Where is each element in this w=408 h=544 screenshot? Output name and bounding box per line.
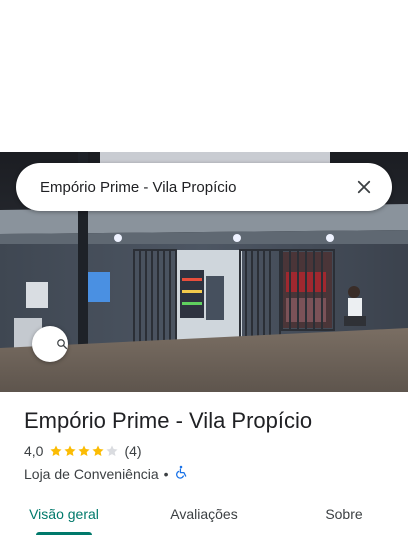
star-icon <box>92 445 105 456</box>
tab-reviews[interactable]: Avaliações <box>128 496 280 536</box>
tab-overview[interactable]: Visão geral <box>0 496 128 536</box>
place-category: Loja de Conveniência <box>24 465 159 482</box>
active-tab-indicator <box>36 532 92 535</box>
place-info: Empório Prime - Vila Propício 4,0 (4) Lo… <box>24 406 392 482</box>
tab-reviews-label: Avaliações <box>170 506 238 522</box>
close-icon[interactable] <box>346 169 382 205</box>
search-icon[interactable] <box>32 326 68 362</box>
search-bar[interactable]: Empório Prime - Vila Propício <box>16 163 392 362</box>
rating-value: 4,0 <box>24 443 44 459</box>
tab-about-label: Sobre <box>325 506 363 522</box>
rating-row[interactable]: 4,0 (4) <box>24 443 392 459</box>
place-title: Empório Prime - Vila Propício <box>24 408 313 433</box>
category-row: Loja de Conveniência • <box>24 465 392 482</box>
tab-overview-label: Visão geral <box>29 506 99 522</box>
separator-dot: • <box>163 465 169 482</box>
star-icon <box>50 445 63 456</box>
star-icon <box>106 445 119 456</box>
review-count[interactable]: (4) <box>124 443 141 459</box>
tab-about[interactable]: Sobre <box>280 496 408 536</box>
star-icon <box>64 445 77 456</box>
rating-stars <box>49 444 119 458</box>
wheelchair-icon <box>174 465 188 482</box>
star-icon <box>78 445 91 456</box>
search-input[interactable]: Empório Prime - Vila Propício <box>40 179 346 196</box>
place-tabs: Visão geral Avaliações Sobre <box>0 496 408 536</box>
